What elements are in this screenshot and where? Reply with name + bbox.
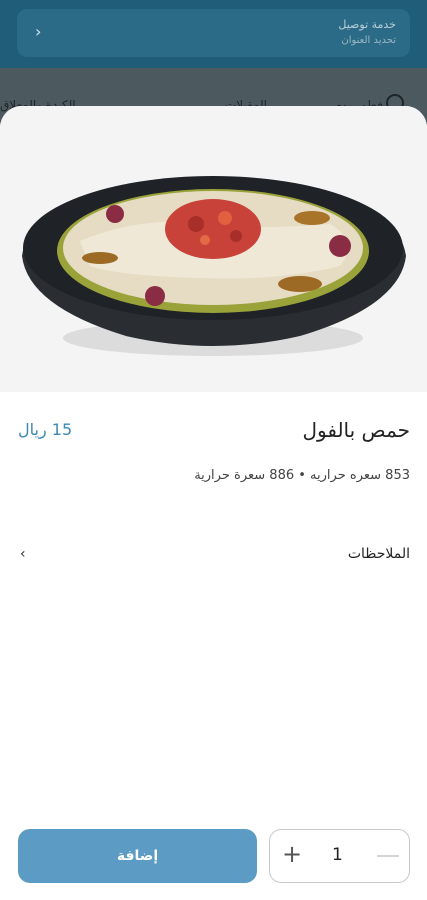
chevron-left-icon: ‹ [35, 22, 42, 41]
item-price: 15 ريال [18, 420, 73, 439]
item-calories: 853 سعره حراريه • 886 سعرة حرارية [194, 468, 410, 483]
notes-row[interactable]: الملاحظات ‹ [0, 536, 427, 576]
hummus-dish-image [0, 106, 427, 392]
quantity-value: 1 [332, 845, 343, 865]
banner-subtitle: تحديد العنوان [341, 35, 396, 46]
add-to-cart-button[interactable]: إضافة [18, 829, 257, 883]
minus-icon[interactable] [377, 855, 399, 857]
plus-icon[interactable]: + [282, 839, 302, 869]
chevron-left-icon: ‹ [20, 546, 26, 562]
app-header: خدمة توصيل تحديد العنوان ‹ [0, 0, 427, 68]
item-title: حمص بالفول [302, 418, 410, 442]
notes-label: الملاحظات [347, 546, 410, 562]
delivery-banner[interactable]: خدمة توصيل تحديد العنوان ‹ [17, 9, 410, 57]
banner-title: خدمة توصيل [338, 18, 396, 31]
quantity-stepper[interactable]: + 1 [269, 829, 410, 883]
item-detail-sheet: حمص بالفول 15 ريال 853 سعره حراريه • 886… [0, 106, 427, 900]
